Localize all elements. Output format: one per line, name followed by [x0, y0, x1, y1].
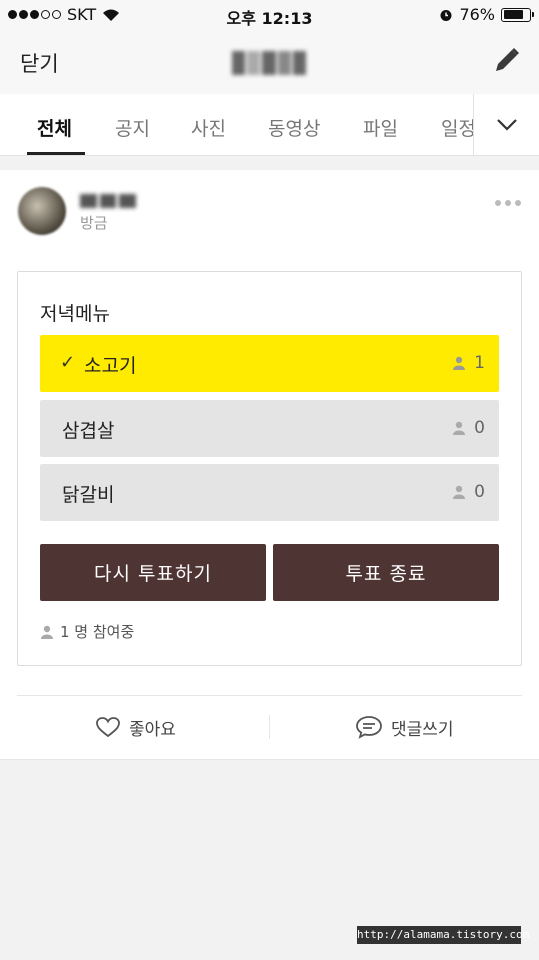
checkmark-icon: ✓ [60, 352, 76, 373]
comment-button[interactable]: 댓글쓰기 [355, 712, 454, 742]
post-time: 방금 [80, 214, 108, 232]
tab-more-button[interactable] [473, 94, 539, 155]
like-button[interactable]: 좋아요 [95, 712, 176, 742]
tab-file[interactable]: 파일 [363, 114, 398, 141]
watermark: http://alamama.tistory.com [357, 926, 529, 944]
tab-bar: 전체 공지 사진 동영상 파일 일정 [0, 94, 539, 156]
tab-video[interactable]: 동영상 [268, 114, 320, 141]
poll-option-label: 소고기 [84, 355, 137, 377]
poll-option-1[interactable]: ✓ 소고기 1 [40, 335, 499, 392]
poll-option-label: 삼겹살 [62, 420, 115, 442]
end-vote-button[interactable]: 투표 종료 [273, 544, 499, 601]
avatar[interactable] [18, 187, 66, 235]
poll-card: 저녁메뉴 ✓ 소고기 1 삼겹살 0 닭갈비 0 다시 투표하기 투표 종료 1… [17, 271, 522, 666]
poll-option-2[interactable]: 삼겹살 0 [40, 400, 499, 457]
person-icon [41, 625, 53, 639]
active-tab-indicator [27, 152, 85, 155]
tab-schedule[interactable]: 일정 [441, 114, 476, 141]
poll-option-count: 1 [474, 353, 485, 373]
poll-title: 저녁메뉴 [40, 303, 110, 325]
close-button[interactable]: 닫기 [20, 48, 59, 78]
divider [17, 695, 522, 696]
tab-photo[interactable]: 사진 [191, 114, 226, 141]
post-card: 방금 저녁메뉴 ✓ 소고기 1 삼겹살 0 닭갈비 0 다시 투표하기 투표 종… [0, 170, 539, 760]
participants-label: 1 명 참여중 [60, 623, 135, 641]
like-label: 좋아요 [129, 719, 176, 740]
chevron-down-icon [496, 118, 517, 131]
person-icon [453, 485, 466, 499]
battery-level [503, 10, 523, 19]
author-name-blurred [80, 194, 137, 208]
divider [269, 715, 270, 739]
alarm-icon [440, 9, 452, 21]
participants-count: 1 명 참여중 [40, 621, 134, 642]
poll-option-label: 닭갈비 [62, 484, 115, 506]
status-bar: SKT 오후 12:13 76% [0, 0, 539, 30]
more-options-icon[interactable] [495, 200, 521, 206]
heart-icon [96, 717, 120, 738]
nav-bar: 닫기 [0, 30, 539, 94]
revote-button[interactable]: 다시 투표하기 [40, 544, 266, 601]
person-icon [453, 421, 466, 435]
comment-icon [356, 716, 382, 739]
nav-title-blurred [232, 48, 307, 78]
battery-icon [501, 7, 534, 22]
poll-option-count: 0 [474, 482, 485, 502]
poll-option-count: 0 [474, 418, 485, 438]
tab-notice[interactable]: 공지 [115, 114, 150, 141]
person-icon [453, 356, 466, 370]
pencil-icon[interactable] [491, 44, 523, 76]
battery-percent: 76% [459, 5, 495, 24]
poll-option-3[interactable]: 닭갈비 0 [40, 464, 499, 521]
comment-label: 댓글쓰기 [391, 719, 454, 740]
tab-all[interactable]: 전체 [37, 114, 72, 141]
